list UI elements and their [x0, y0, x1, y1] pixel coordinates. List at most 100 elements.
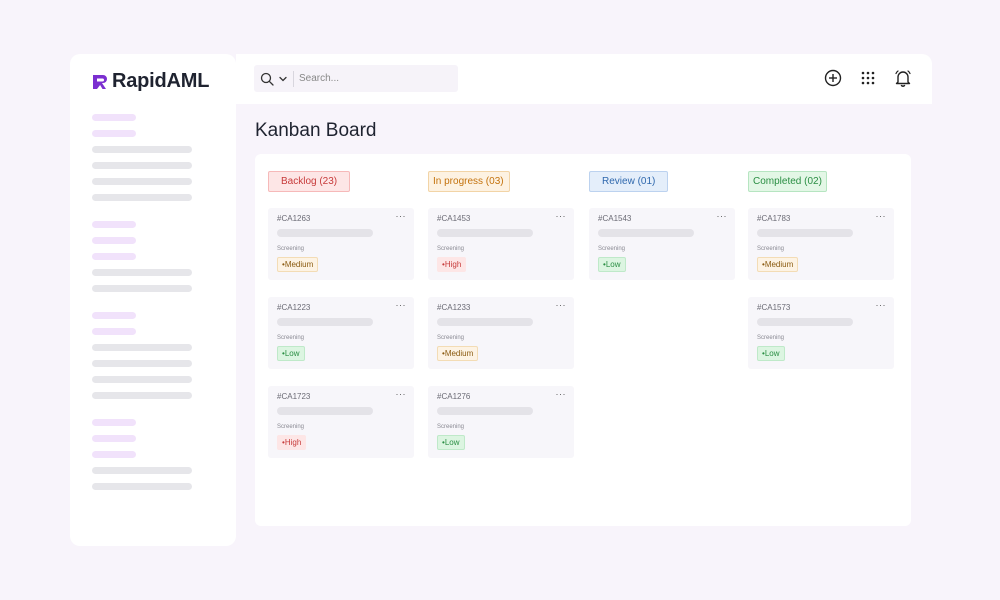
priority-badge: •Low: [757, 346, 785, 361]
sidebar-nav-placeholder: [92, 114, 192, 499]
card-id: #CA1263: [277, 214, 311, 223]
card-id: #CA1723: [277, 392, 311, 401]
nav-skeleton[interactable]: [92, 360, 192, 367]
priority-badge: •High: [437, 257, 467, 272]
kanban-card[interactable]: #CA1276 ··· Screening •Low: [428, 386, 574, 458]
card-id: #CA1453: [437, 214, 471, 223]
card-title-placeholder: [437, 318, 533, 326]
column-completed: Completed (02) #CA1783 ··· Screening •Me…: [748, 171, 894, 386]
card-title-placeholder: [757, 229, 853, 237]
card-title-placeholder: [437, 407, 533, 415]
card-tag: Screening: [277, 335, 305, 341]
nav-skeleton[interactable]: [92, 483, 192, 490]
card-title-placeholder: [757, 318, 853, 326]
more-options-icon[interactable]: ···: [396, 389, 407, 399]
kanban-card[interactable]: #CA1543 ··· Screening •Low: [589, 208, 735, 280]
card-tag: Screening: [437, 424, 465, 430]
nav-skeleton[interactable]: [92, 328, 136, 335]
nav-skeleton[interactable]: [92, 451, 136, 458]
kanban-board: Backlog (23) #CA1263 ··· Screening •Medi…: [255, 154, 911, 526]
nav-skeleton[interactable]: [92, 312, 136, 319]
nav-skeleton[interactable]: [92, 376, 192, 383]
nav-skeleton[interactable]: [92, 114, 136, 121]
search-bar[interactable]: [254, 65, 458, 92]
card-id: #CA1573: [757, 303, 791, 312]
kanban-card[interactable]: #CA1453 ··· Screening •High: [428, 208, 574, 280]
priority-badge: •Low: [437, 435, 465, 450]
plus-circle-icon[interactable]: [824, 69, 842, 87]
card-title-placeholder: [277, 407, 373, 415]
card-tag: Screening: [757, 335, 785, 341]
priority-badge: •Medium: [437, 346, 479, 361]
column-header[interactable]: Backlog (23): [268, 171, 351, 192]
nav-skeleton[interactable]: [92, 253, 136, 260]
nav-skeleton[interactable]: [92, 285, 192, 292]
more-options-icon[interactable]: ···: [556, 211, 567, 221]
more-options-icon[interactable]: ···: [556, 389, 567, 399]
card-title-placeholder: [598, 229, 694, 237]
card-tag: Screening: [598, 246, 626, 252]
priority-badge: •Low: [277, 346, 305, 361]
nav-skeleton[interactable]: [92, 419, 136, 426]
nav-skeleton[interactable]: [92, 269, 192, 276]
nav-skeleton[interactable]: [92, 392, 192, 399]
more-options-icon[interactable]: ···: [876, 300, 887, 310]
column-header[interactable]: In progress (03): [428, 171, 510, 192]
nav-skeleton[interactable]: [92, 162, 192, 169]
nav-skeleton[interactable]: [92, 344, 192, 351]
card-id: #CA1783: [757, 214, 791, 223]
more-options-icon[interactable]: ···: [876, 211, 887, 221]
nav-skeleton[interactable]: [92, 194, 192, 201]
nav-skeleton[interactable]: [92, 130, 136, 137]
search-divider: [293, 70, 294, 87]
more-options-icon[interactable]: ···: [556, 300, 567, 310]
card-title-placeholder: [437, 229, 533, 237]
search-icon[interactable]: [260, 72, 274, 86]
kanban-card[interactable]: #CA1573 ··· Screening •Low: [748, 297, 894, 369]
more-options-icon[interactable]: ···: [396, 211, 407, 221]
search-input[interactable]: [299, 73, 439, 84]
kanban-card[interactable]: #CA1723 ··· Screening •High: [268, 386, 414, 458]
nav-skeleton[interactable]: [92, 146, 192, 153]
nav-skeleton[interactable]: [92, 237, 136, 244]
card-tag: Screening: [277, 424, 305, 430]
priority-badge: •Medium: [757, 257, 799, 272]
bell-icon[interactable]: [894, 69, 912, 87]
apps-grid-icon[interactable]: [859, 69, 877, 87]
priority-badge: •Low: [598, 257, 626, 272]
card-id: #CA1276: [437, 392, 471, 401]
card-id: #CA1233: [437, 303, 471, 312]
more-options-icon[interactable]: ···: [717, 211, 728, 221]
kanban-card[interactable]: #CA1223 ··· Screening •Low: [268, 297, 414, 369]
priority-badge: •Medium: [277, 257, 319, 272]
brand-name: RapidAML: [112, 70, 210, 92]
card-tag: Screening: [757, 246, 785, 252]
column-header[interactable]: Review (01): [589, 171, 669, 192]
brand-logo[interactable]: RapidAML: [92, 70, 209, 93]
nav-skeleton[interactable]: [92, 435, 136, 442]
kanban-card[interactable]: #CA1783 ··· Screening •Medium: [748, 208, 894, 280]
more-options-icon[interactable]: ···: [396, 300, 407, 310]
top-header: [236, 54, 932, 104]
nav-skeleton[interactable]: [92, 467, 192, 474]
card-title-placeholder: [277, 229, 373, 237]
nav-skeleton[interactable]: [92, 221, 136, 228]
column-in-progress: In progress (03) #CA1453 ··· Screening •…: [428, 171, 574, 475]
card-id: #CA1223: [277, 303, 311, 312]
rapidaml-logo-icon: [93, 74, 107, 89]
card-id: #CA1543: [598, 214, 632, 223]
card-tag: Screening: [277, 246, 305, 252]
column-header[interactable]: Completed (02): [748, 171, 827, 192]
priority-badge: •High: [277, 435, 307, 450]
sidebar: RapidAML: [70, 54, 236, 546]
nav-skeleton[interactable]: [92, 178, 192, 185]
chevron-down-icon[interactable]: [278, 74, 288, 84]
kanban-card[interactable]: #CA1233 ··· Screening •Medium: [428, 297, 574, 369]
column-backlog: Backlog (23) #CA1263 ··· Screening •Medi…: [268, 171, 414, 475]
card-tag: Screening: [437, 335, 465, 341]
page-title: Kanban Board: [255, 120, 377, 141]
app-window: RapidAML Search... Kanban Board Backlog …: [70, 54, 932, 546]
card-tag: Screening: [437, 246, 465, 252]
card-title-placeholder: [277, 318, 373, 326]
kanban-card[interactable]: #CA1263 ··· Screening •Medium: [268, 208, 414, 280]
